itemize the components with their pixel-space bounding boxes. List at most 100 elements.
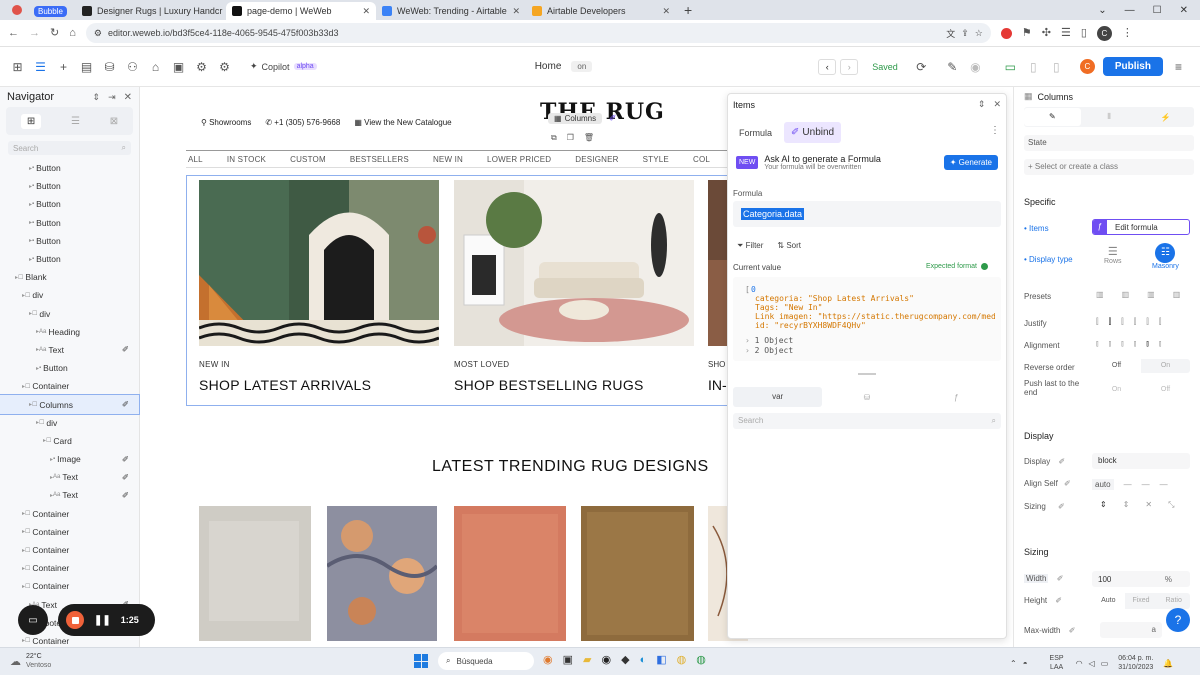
tree-item[interactable]: ▸ ▪ Button bbox=[0, 232, 139, 250]
json-collapsed-object[interactable]: › 2 Object bbox=[745, 346, 793, 356]
rug-swatch-floral[interactable] bbox=[327, 506, 437, 641]
filter-button[interactable]: ⏷ Filter bbox=[737, 241, 763, 251]
list-tab-icon[interactable]: ☰ bbox=[71, 116, 80, 127]
reload-icon[interactable]: ↻ bbox=[50, 27, 59, 39]
tree-item[interactable]: ▸ Aa Heading bbox=[0, 323, 139, 341]
wifi-icon[interactable]: ◠ bbox=[1076, 659, 1083, 668]
tab-close-icon[interactable]: ✕ bbox=[362, 6, 370, 17]
language-indicator[interactable]: ESP LAA bbox=[1050, 654, 1064, 672]
tray-app-icon[interactable]: ◓ bbox=[1023, 659, 1028, 668]
tree-item[interactable]: ▸ ▪ Button bbox=[0, 159, 139, 177]
category-menu-item[interactable]: IN STOCK bbox=[227, 155, 266, 164]
justify-evenly-icon[interactable]: ⫿ bbox=[1159, 317, 1162, 327]
tray-chevron-icon[interactable]: ⌃ bbox=[1010, 659, 1017, 668]
variables-tab[interactable]: var bbox=[733, 387, 823, 407]
sizing-none-icon[interactable]: ⤡ bbox=[1168, 500, 1174, 510]
more-options-icon[interactable]: ⋮ bbox=[990, 125, 1000, 136]
width-unit[interactable]: % bbox=[1165, 575, 1172, 584]
chrome-icon[interactable]: ◍ bbox=[677, 653, 687, 666]
sizing-section-title[interactable]: Sizing bbox=[1024, 547, 1049, 557]
forward-icon[interactable]: → bbox=[29, 27, 40, 39]
close-icon[interactable]: ✕ bbox=[124, 92, 132, 103]
users-icon[interactable]: ⚇ bbox=[121, 60, 144, 74]
rug-swatch-terracotta[interactable] bbox=[454, 506, 566, 641]
layers-tab-icon[interactable]: ⊞ bbox=[20, 113, 42, 129]
tree-item[interactable]: ▸ ☐ Card bbox=[0, 432, 139, 450]
browser-tab-bubble[interactable]: Bubble bbox=[34, 2, 72, 20]
translate-icon[interactable]: 文 bbox=[946, 27, 955, 40]
close-icon[interactable]: ✕ bbox=[1180, 5, 1188, 16]
bind-icon[interactable]: ✐ bbox=[1057, 574, 1064, 583]
edit-formula-button[interactable]: ƒ Edit formula bbox=[1092, 219, 1190, 235]
json-collapsed-object[interactable]: › 1 Object bbox=[745, 336, 793, 346]
push-last-toggle[interactable]: On Off bbox=[1092, 383, 1190, 397]
collapse-icon[interactable]: ⇥ bbox=[108, 92, 116, 103]
justify-options[interactable]: ⫿ ⫿ ⫿ ⫿ ⫿ ⫿ bbox=[1096, 317, 1161, 327]
current-value-viewer[interactable]: [ 0 categoria: "Shop Latest Arrivals" Tag… bbox=[733, 277, 1001, 361]
weather-widget[interactable]: ☁ 22°C Ventoso bbox=[10, 652, 51, 670]
push-on-option[interactable]: On bbox=[1092, 383, 1141, 397]
expand-icon[interactable]: ⇕ bbox=[978, 99, 986, 110]
height-ratio-option[interactable]: Ratio bbox=[1157, 593, 1190, 609]
align-self-auto[interactable]: auto bbox=[1092, 478, 1114, 490]
align-start-icon[interactable]: ⫾ bbox=[1096, 339, 1099, 349]
category-menu-item[interactable]: BESTSELLERS bbox=[350, 155, 409, 164]
copilot-button[interactable]: ✦ Copilot alpha bbox=[250, 61, 317, 72]
browser-tab-airtable[interactable]: Airtable Developers ✕ bbox=[526, 2, 676, 20]
tree-item[interactable]: ▸ ☐ Columns ✐ bbox=[0, 394, 140, 415]
tree-item[interactable]: ▸ ▪ Button bbox=[0, 359, 139, 377]
tab-close-icon[interactable]: ✕ bbox=[512, 6, 520, 17]
bookmark-star-icon[interactable]: ☆ bbox=[975, 28, 983, 39]
height-auto-option[interactable]: Auto bbox=[1092, 593, 1125, 609]
profile-avatar[interactable]: C bbox=[1096, 25, 1112, 41]
sort-button[interactable]: ⇅ Sort bbox=[777, 241, 801, 251]
align-stretch-icon[interactable]: ⫾ bbox=[1146, 339, 1149, 349]
rug-swatch-grey[interactable] bbox=[199, 506, 311, 641]
category-menu-item[interactable]: NEW IN bbox=[433, 155, 463, 164]
task-view-icon[interactable]: ▣ bbox=[563, 653, 573, 666]
align-between-icon[interactable]: ⫾ bbox=[1159, 339, 1162, 349]
browser-menu-icon[interactable]: ⋮ bbox=[1122, 27, 1133, 39]
home-icon[interactable]: ⌂ bbox=[69, 27, 76, 39]
max-width-input[interactable]: a bbox=[1100, 622, 1162, 638]
json-index[interactable]: 0 bbox=[751, 285, 756, 294]
bind-icon[interactable]: ✐ bbox=[1055, 596, 1062, 605]
clock[interactable]: 06:04 p. m. 31/10/2023 bbox=[1118, 654, 1153, 672]
site-info-icon[interactable]: ⚙ bbox=[94, 28, 102, 39]
align-self-options[interactable]: auto — — — bbox=[1092, 477, 1190, 491]
reverse-order-toggle[interactable]: Off On bbox=[1092, 359, 1190, 373]
preset-option-icon[interactable]: ▥ bbox=[1173, 290, 1181, 299]
tree-item[interactable]: ▸ ☐ Container bbox=[0, 505, 139, 523]
category-menu-item[interactable]: DESIGNER bbox=[575, 155, 618, 164]
tree-item[interactable]: ▸ ▪ Button bbox=[0, 250, 139, 268]
tree-item[interactable]: ▸ ☐ Container bbox=[0, 541, 139, 559]
sizing-fit-icon[interactable]: ⇕ bbox=[1123, 500, 1130, 510]
undo-arrow-icon[interactable]: ‹ bbox=[818, 58, 837, 75]
components-tab-icon[interactable]: ⊠ bbox=[110, 116, 118, 127]
justify-between-icon[interactable]: ⫿ bbox=[1134, 317, 1137, 327]
justify-center-icon[interactable]: ⫿ bbox=[1109, 317, 1112, 327]
edit-mode-icon[interactable]: ✎ bbox=[941, 60, 964, 74]
browser-tab-rug-site[interactable]: Designer Rugs | Luxury Handcr ✕ bbox=[76, 2, 226, 20]
justify-start-icon[interactable]: ⫿ bbox=[1096, 317, 1099, 327]
preset-option-icon[interactable]: ▥ bbox=[1122, 290, 1130, 299]
category-menu-item[interactable]: STYLE bbox=[643, 155, 669, 164]
new-tab-icon[interactable]: + bbox=[684, 2, 692, 18]
tree-item[interactable]: ▸ Aa Text✐ bbox=[0, 341, 139, 359]
tree-item[interactable]: ▸ ☐ div bbox=[0, 305, 139, 323]
page-selector[interactable]: Home on bbox=[535, 61, 593, 72]
tree-item[interactable]: ▸ ▪ Button bbox=[0, 214, 139, 232]
height-fixed-option[interactable]: Fixed bbox=[1125, 593, 1158, 609]
display-select[interactable]: block bbox=[1092, 453, 1190, 469]
justify-around-icon[interactable]: ⫿ bbox=[1146, 317, 1149, 327]
preset-option-icon[interactable]: ▥ bbox=[1147, 290, 1155, 299]
sync-icon[interactable]: ⟳ bbox=[910, 60, 933, 74]
add-element-icon[interactable]: + bbox=[52, 60, 75, 74]
plugins-icon[interactable]: ⌂ bbox=[144, 60, 167, 74]
formula-tab[interactable]: Formula bbox=[733, 124, 778, 142]
tab-close-icon[interactable]: ✕ bbox=[662, 6, 670, 17]
category-menu-item[interactable]: LOWER PRICED bbox=[487, 155, 551, 164]
specific-section-title[interactable]: Specific bbox=[1024, 197, 1056, 207]
app-icon[interactable]: ◆ bbox=[621, 653, 629, 666]
align-baseline-icon[interactable]: ⫾ bbox=[1134, 339, 1137, 349]
